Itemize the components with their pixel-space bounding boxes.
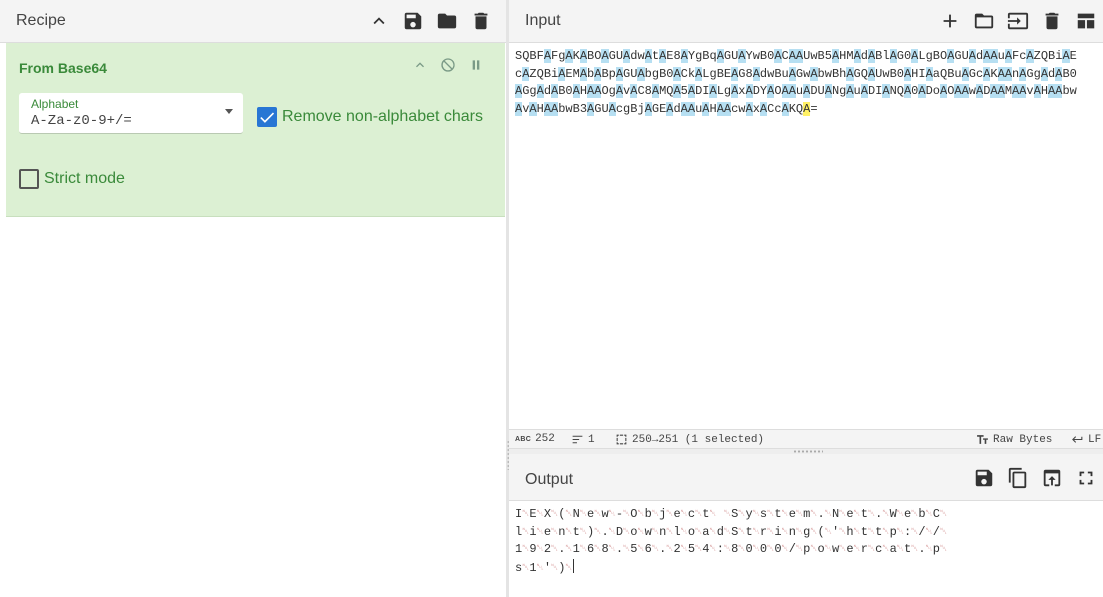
folder-icon[interactable] (971, 8, 997, 34)
strict-mode-checkbox[interactable] (19, 169, 39, 189)
input-line: cAZQBiAEMAbABpAGUAbgB0ACkALgBEAG8AdwBuAG… (515, 66, 1077, 81)
output-line: s␀1␀'␀)␀ (515, 558, 574, 575)
collapse-chevron-icon[interactable] (410, 55, 430, 75)
selection-indicator: 250→251 (1 selected) (615, 433, 764, 446)
trash-icon[interactable] (468, 8, 494, 34)
save-icon[interactable] (971, 465, 997, 491)
alphabet-select[interactable]: Alphabet A-Za-z0-9+/= (19, 93, 243, 134)
length-value: 252 (535, 433, 555, 445)
folder-icon[interactable] (434, 8, 460, 34)
output-line: 1␀9␀2␀.␀1␀6␀8␀.␀5␀6␀.␀2␀5␀4␀:␀8␀0␀0␀0␀/␀… (515, 542, 948, 556)
input-line: SQBFAFgAKABOAGUAdwAtAE8AYgBqAGUAYwB0ACAA… (515, 49, 1077, 63)
return-icon (1072, 436, 1083, 443)
selection-icon (616, 434, 627, 445)
remove-nonalpha-label[interactable]: Remove non-alphabet chars (282, 108, 483, 126)
operation-title: From Base64 (19, 60, 107, 76)
charset-button[interactable]: Raw Bytes (976, 433, 1052, 446)
lines-indicator: 1 (571, 433, 595, 446)
lines-icon (572, 435, 583, 444)
recipe-title: Recipe (16, 12, 66, 29)
lines-value: 1 (588, 433, 595, 446)
selection-value: 250→251 (1 selected) (632, 433, 765, 446)
input-textarea[interactable]: SQBFAFgAKABOAGUAdwAtAE8AYgBqAGUAYwB0ACAA… (515, 48, 1103, 118)
output-line: l␀i␀e␀n␀t␀)␀.␀D␀o␀w␀n␀l␀o␀a␀d␀S␀t␀r␀i␀n␀… (515, 524, 948, 539)
output-line: I␀E␀X␀(␀N␀e␀w␀-␀O␀b␀j␀e␀c␀t␀ ␀S␀y␀s␀t␀e␀… (515, 507, 948, 521)
copy-icon[interactable] (1005, 465, 1031, 491)
input-line: AGgAdAB0AHAAOgAvAC8AMQA5ADIALgAxADYAOAAu… (515, 84, 1077, 98)
output-pane: Output I␀E␀X␀(␀N␀e␀w␀-␀O␀b␀j␀e␀c␀t␀ ␀S␀y… (509, 454, 1103, 597)
plus-icon[interactable] (937, 8, 963, 34)
input-pane: Input SQBFAFgAKABOAGUAdwAtAE8AYgBqAGUAYw… (509, 0, 1103, 448)
length-indicator: ABC 252 (515, 433, 555, 445)
replace-input-icon[interactable] (1039, 465, 1065, 491)
text-caret (572, 558, 574, 573)
chevron-up-icon[interactable] (366, 8, 392, 34)
layout-icon[interactable] (1073, 8, 1099, 34)
pause-icon[interactable] (466, 55, 486, 75)
input-status-bar: ABC 252 1 250→251 (1 selected) Raw Bytes… (509, 429, 1103, 448)
splitter-grip-icon (793, 450, 823, 453)
recipe-pane: Recipe From Base64 Alphabet A-Za-z0-9+/= (0, 0, 506, 597)
operation-from-base64[interactable]: From Base64 Alphabet A-Za-z0-9+/= Remove… (6, 43, 505, 217)
maximize-icon[interactable] (1073, 465, 1099, 491)
remove-nonalpha-checkbox[interactable] (257, 107, 277, 127)
font-icon (977, 435, 988, 444)
eol-button[interactable]: LF (1071, 433, 1101, 446)
save-icon[interactable] (400, 8, 426, 34)
dropdown-arrow-icon (225, 109, 233, 114)
input-line: AvAHAAbwB3AGUAcgBjAGEAdAAuAHAAcwAxACcAKQ… (515, 101, 818, 116)
eol-label: LF (1088, 433, 1102, 446)
disable-icon[interactable] (438, 55, 458, 75)
output-header: Output (509, 454, 1103, 501)
abc-icon: ABC (515, 435, 532, 443)
output-title: Output (525, 471, 574, 488)
charset-label: Raw Bytes (993, 433, 1053, 446)
input-header: Input (509, 0, 1103, 43)
input-title: Input (525, 12, 561, 29)
recipe-header: Recipe (0, 0, 506, 43)
trash-icon[interactable] (1039, 8, 1065, 34)
alphabet-label: Alphabet (31, 97, 79, 111)
input-switch-icon[interactable] (1005, 8, 1031, 34)
output-textarea[interactable]: I␀E␀X␀(␀N␀e␀w␀-␀O␀b␀j␀e␀c␀t␀ ␀S␀y␀s␀t␀e␀… (515, 506, 1103, 577)
alphabet-value: A-Za-z0-9+/= (31, 113, 132, 129)
strict-mode-label[interactable]: Strict mode (44, 170, 125, 188)
